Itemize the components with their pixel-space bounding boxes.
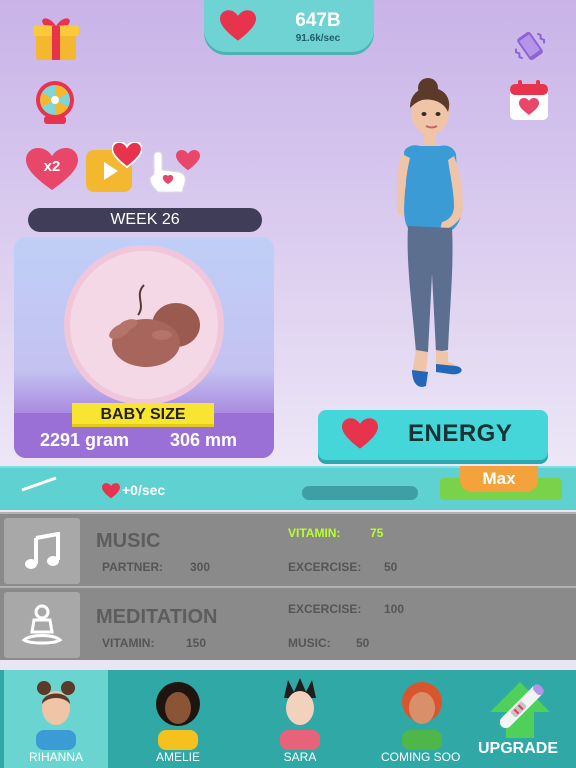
upgrade-label: UPGRADE xyxy=(477,740,558,757)
x2-label: x2 xyxy=(43,158,61,175)
upgrade-title: MUSIC xyxy=(96,530,161,552)
stat-value: 50 xyxy=(356,636,370,650)
music-icon-box xyxy=(4,518,80,584)
energy-button[interactable]: ENERGY xyxy=(318,410,548,460)
mother-character xyxy=(396,78,463,387)
currency-display: 647B 91.6k/sec xyxy=(204,0,374,52)
tab-coming-soon[interactable]: COMING SOON xyxy=(370,670,474,768)
avatar xyxy=(156,682,200,750)
prize-wheel-icon[interactable] xyxy=(34,80,76,126)
tab-sara[interactable]: SARA xyxy=(248,670,352,768)
currency-amount: 647B xyxy=(295,10,341,31)
baby-size-tag: BABY SIZE xyxy=(72,403,214,427)
upgrade-tab[interactable]: UPGRADE xyxy=(460,670,576,768)
stat-value: 100 xyxy=(384,602,405,616)
upgrade-music[interactable]: MUSIC PARTNER: 300 VITAMIN: 75 EXCERCISE… xyxy=(0,512,576,586)
stat-value: 50 xyxy=(384,560,398,574)
stat-key: VITAMIN: xyxy=(102,636,155,650)
baby-circle xyxy=(64,245,224,405)
gift-icon[interactable] xyxy=(30,12,82,62)
tab-rihanna[interactable]: RIHANNA xyxy=(4,670,108,768)
game-screen: { "header": { "currency_amount": "647B",… xyxy=(0,0,576,768)
calendar-heart-icon[interactable] xyxy=(508,78,550,122)
stat-key: EXCERCISE: xyxy=(288,602,362,616)
stat-key: EXCERCISE: xyxy=(288,560,362,574)
stat-key: PARTNER: xyxy=(102,560,164,574)
avatar xyxy=(36,681,76,750)
heart-icon xyxy=(342,418,378,449)
baby-weight: 2291 gram xyxy=(40,430,130,450)
music-note-icon xyxy=(25,532,60,569)
baby-length: 306 mm xyxy=(170,430,238,450)
currency-rate: 91.6k/sec xyxy=(295,33,341,44)
progress-bar xyxy=(302,486,418,500)
stat-value: 300 xyxy=(190,560,211,574)
energy-label: ENERGY xyxy=(408,420,513,447)
stat-value: 150 xyxy=(186,636,207,650)
meditation-icon-box xyxy=(4,592,80,658)
stat-key: VITAMIN: xyxy=(288,526,341,540)
partial-rate: +0/sec xyxy=(122,482,166,498)
upgrade-title: MEDITATION xyxy=(96,606,218,628)
x2-heart-boost[interactable]: x2 xyxy=(26,148,78,192)
baby-card: BABY SIZE 2291 gram 306 mm xyxy=(14,237,274,458)
tab-label: SARA xyxy=(283,750,317,764)
stat-key: MUSIC: xyxy=(288,636,331,650)
stat-value: 75 xyxy=(370,526,384,540)
upgrade-meditation[interactable]: MEDITATION VITAMIN: 150 EXCERCISE: 100 M… xyxy=(0,586,576,660)
video-ad-heart-icon[interactable] xyxy=(86,142,142,194)
pregnancy-test-arrow-icon xyxy=(490,682,550,738)
heart-icon xyxy=(112,142,142,168)
heart-icon xyxy=(176,150,200,171)
tab-label: AMELIE xyxy=(155,750,200,764)
avatar xyxy=(402,682,442,750)
heart-icon xyxy=(102,483,120,499)
avatar xyxy=(280,678,320,750)
vibration-toggle-icon[interactable] xyxy=(512,28,548,64)
partial-icon xyxy=(21,476,57,492)
max-badge: Max xyxy=(460,466,538,492)
tab-amelie[interactable]: AMELIE xyxy=(126,670,230,768)
tap-heart-icon[interactable] xyxy=(148,146,202,194)
week-indicator: WEEK 26 xyxy=(28,208,262,232)
meditation-icon xyxy=(21,604,63,645)
fetus-icon xyxy=(109,284,200,367)
tab-label: RIHANNA xyxy=(28,750,83,764)
heart-icon xyxy=(220,10,256,41)
